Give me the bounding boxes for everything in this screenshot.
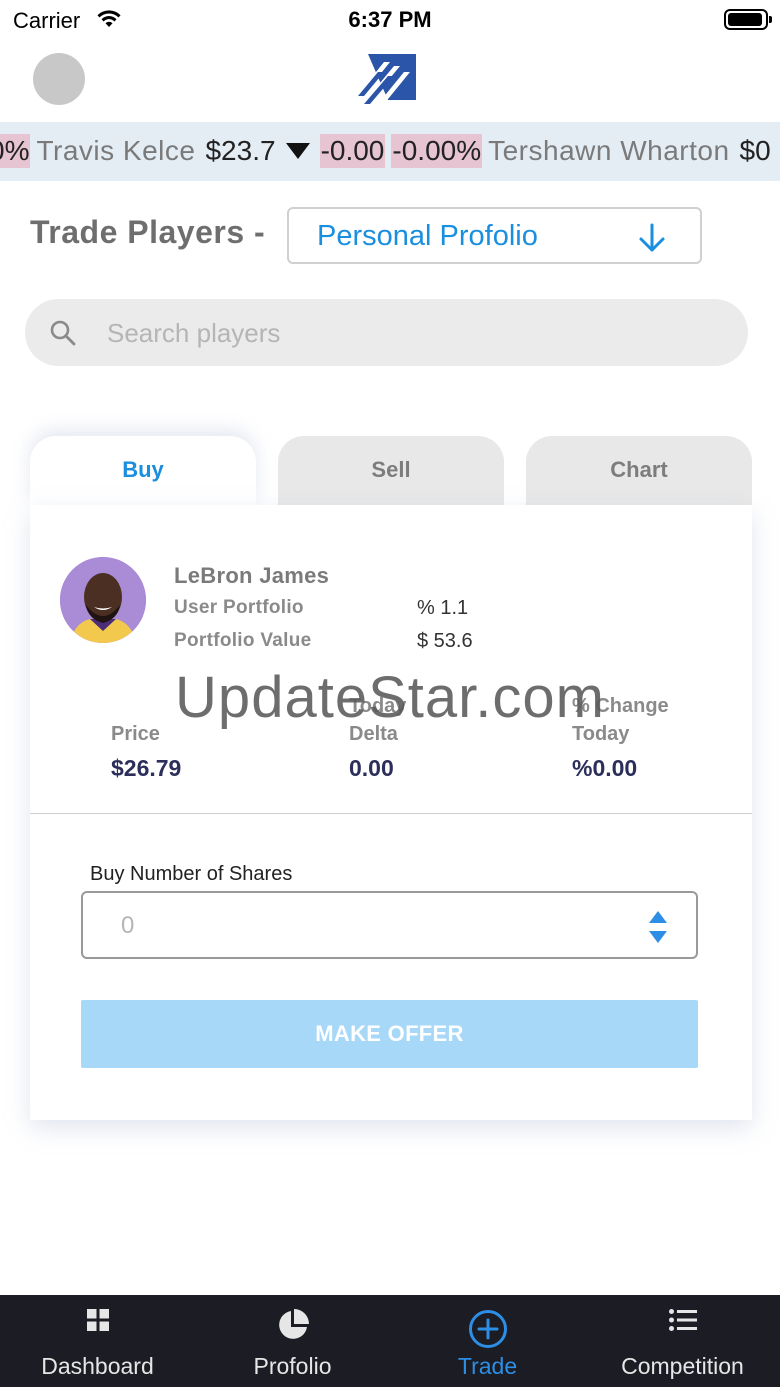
portfolio-dropdown[interactable]: Personal Profolio: [287, 207, 702, 264]
nav-label: Dashboard: [41, 1353, 154, 1379]
shares-value: 0: [121, 912, 135, 939]
shares-label: Buy Number of Shares: [90, 863, 293, 885]
tab-chart[interactable]: Chart: [526, 436, 752, 506]
down-arrow-icon: [285, 143, 310, 159]
nav-competition[interactable]: Competition: [585, 1295, 780, 1387]
bottom-nav: Dashboard Profolio Trade Competition: [0, 1295, 780, 1387]
delta-value: 0.00: [349, 755, 394, 781]
search-bar[interactable]: [25, 299, 748, 366]
status-bar: Carrier 6:37 PM: [0, 0, 780, 40]
trade-players-label: Trade Players -: [30, 214, 266, 250]
arrow-down-icon: [637, 222, 667, 259]
ticker-pct: -0.00%: [391, 134, 483, 168]
nav-label: Profolio: [253, 1353, 332, 1379]
nav-profolio[interactable]: Profolio: [195, 1295, 390, 1387]
plus-circle-icon: [468, 1309, 508, 1354]
grid-icon: [86, 1309, 109, 1336]
tab-sell[interactable]: Sell: [278, 436, 504, 506]
user-portfolio-value: % 1.1: [417, 597, 469, 619]
price-ticker: 0% Travis Kelce $23.7 -0.00 -0.00% Tersh…: [0, 122, 780, 181]
battery-icon: [724, 9, 772, 30]
ticker-fragment: 0%: [0, 134, 31, 168]
clock: 6:37 PM: [348, 7, 432, 32]
nav-label: Trade: [457, 1353, 518, 1379]
divider: [30, 813, 752, 814]
app-logo-icon: [358, 52, 418, 106]
pie-chart-icon: [277, 1309, 309, 1346]
portfolio-value: $ 53.6: [417, 630, 473, 652]
tab-buy[interactable]: Buy: [30, 436, 256, 506]
profile-avatar[interactable]: [33, 53, 85, 105]
quantity-stepper-icon[interactable]: [647, 909, 669, 950]
player-avatar: [60, 557, 146, 643]
list-icon: [668, 1309, 697, 1336]
nav-dashboard[interactable]: Dashboard: [0, 1295, 195, 1387]
change-value: %0.00: [572, 755, 638, 781]
nav-trade[interactable]: Trade: [390, 1295, 585, 1387]
ticker-player-name: Tershawn Wharton: [488, 135, 730, 166]
user-portfolio-label: User Portfolio: [174, 597, 304, 618]
ticker-delta: -0.00: [319, 134, 386, 168]
portfolio-value-label: Portfolio Value: [174, 630, 312, 651]
price-value: $26.79: [111, 755, 182, 781]
buy-card: LeBron James User Portfolio % 1.1 Portfo…: [30, 505, 752, 1120]
search-input[interactable]: [107, 312, 707, 354]
ticker-player-name: Travis Kelce: [36, 135, 196, 166]
ticker-player-price: $0: [739, 135, 771, 166]
player-name: LeBron James: [174, 563, 330, 588]
shares-input[interactable]: 0: [81, 891, 698, 959]
make-offer-button[interactable]: MAKE OFFER: [81, 1000, 698, 1068]
nav-label: Competition: [621, 1353, 744, 1379]
watermark: UpdateStar.com: [175, 665, 605, 730]
ticker-player-price: $23.7: [205, 135, 276, 166]
search-icon: [49, 319, 77, 352]
portfolio-selected-value: Personal Profolio: [317, 220, 538, 252]
